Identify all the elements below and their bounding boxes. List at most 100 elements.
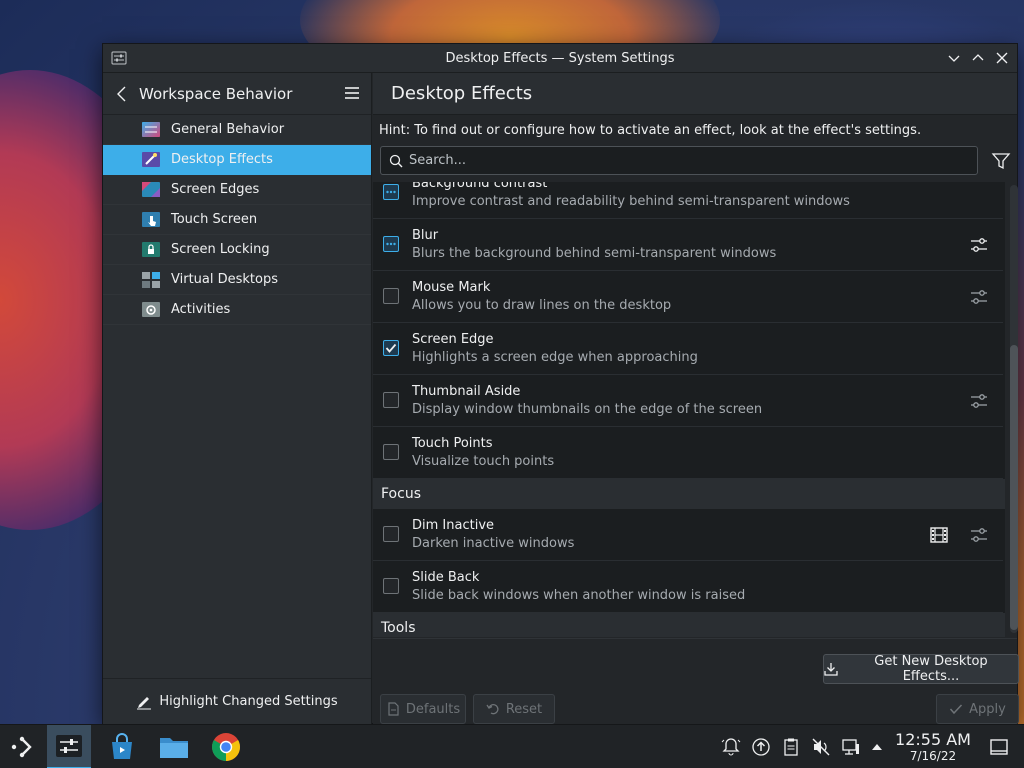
document-icon [388,702,399,716]
sidebar-item-label: General Behavior [171,122,285,137]
effect-row-screen-edge[interactable]: Screen Edge Highlights a screen edge whe… [373,323,1003,375]
lock-icon [142,241,160,257]
effect-checkbox[interactable] [383,236,399,252]
highlight-changed-settings-button[interactable]: Highlight Changed Settings [103,678,371,724]
folder-icon [160,738,188,758]
sidebar-item-screen-locking[interactable]: Screen Locking [103,235,371,265]
show-desktop-icon[interactable] [989,737,1009,757]
effect-row-dim-inactive[interactable]: Dim Inactive Darken inactive windows [373,509,1003,561]
configure-icon[interactable] [969,235,989,255]
effect-row-background-contrast[interactable]: Background contrast Improve contrast and… [373,182,1003,219]
close-icon [996,52,1008,64]
effect-checkbox[interactable] [383,578,399,594]
defaults-label: Defaults [405,701,461,717]
effect-checkbox[interactable] [383,288,399,304]
update-icon[interactable] [751,737,771,757]
taskbar-file-manager[interactable] [152,725,196,768]
apply-button[interactable]: Apply [936,694,1019,724]
effect-checkbox[interactable] [383,340,399,356]
taskbar-chrome[interactable] [204,725,248,768]
sidebar-title: Workspace Behavior [139,84,293,103]
hint-text: Hint: To find out or configure how to ac… [379,123,922,138]
sidebar-item-touch-screen[interactable]: Touch Screen [103,205,371,235]
sidebar-item-label: Desktop Effects [171,152,273,167]
notifications-icon[interactable] [721,737,741,757]
effect-row-mouse-mark[interactable]: Mouse Mark Allows you to draw lines on t… [373,271,1003,323]
effect-row-touch-points[interactable]: Touch Points Visualize touch points [373,427,1003,479]
effect-row-thumbnail-aside[interactable]: Thumbnail Aside Display window thumbnail… [373,375,1003,427]
volume-muted-icon[interactable] [811,737,831,757]
configure-icon[interactable] [969,525,989,545]
taskbar-system-settings[interactable] [47,725,91,768]
configure-icon[interactable] [969,287,989,307]
effect-description: Blurs the background behind semi-transpa… [412,246,777,261]
effect-description: Highlights a screen edge when approachin… [412,350,698,365]
network-icon[interactable] [841,737,861,757]
configure-icon[interactable] [969,391,989,411]
system-settings-icon [56,735,82,757]
sidebar-item-general-behavior[interactable]: General Behavior [103,115,371,145]
maximize-button[interactable] [969,48,987,68]
chrome-icon [212,733,240,761]
page-title: Desktop Effects [391,83,533,104]
sidebar-item-screen-edges[interactable]: Screen Edges [103,175,371,205]
sidebar-item-label: Screen Edges [171,182,260,197]
search-box[interactable] [380,146,978,175]
section-header-tools: Tools [373,613,1005,637]
chevron-down-icon [948,55,960,62]
sidebar-item-virtual-desktops[interactable]: Virtual Desktops [103,265,371,295]
close-button[interactable] [993,48,1011,68]
partial-check-icon [386,242,396,246]
system-settings-window: Desktop Effects — System Settings Worksp… [102,43,1019,724]
search-icon [389,154,403,167]
touch-screen-icon [142,211,160,227]
effect-name: Mouse Mark [412,280,491,295]
shopping-bag-icon [112,733,132,759]
app-launcher-icon [11,736,32,758]
effect-row-slide-back[interactable]: Slide Back Slide back windows when anoth… [373,561,1003,613]
sidebar-item-activities[interactable]: Activities [103,295,371,325]
virtual-desktops-icon [142,271,160,288]
clock[interactable]: 12:55 AM 7/16/22 [892,731,974,764]
clock-date: 7/16/22 [909,749,957,763]
effect-checkbox[interactable] [383,444,399,460]
clipboard-icon[interactable] [781,737,801,757]
system-settings-icon[interactable] [111,50,127,66]
effect-checkbox[interactable] [383,184,399,200]
scrollbar[interactable] [1010,185,1018,633]
minimize-button[interactable] [945,48,963,68]
app-launcher-button[interactable] [0,725,44,768]
taskbar-discover[interactable] [100,725,144,768]
get-new-label: Get New Desktop Effects... [874,654,988,684]
video-icon[interactable] [929,525,949,545]
effect-checkbox[interactable] [383,526,399,542]
effect-row-blur[interactable]: Blur Blurs the background behind semi-tr… [373,219,1003,271]
chevron-up-icon [972,54,984,61]
back-arrow-icon[interactable] [113,85,131,103]
pen-icon [137,696,152,709]
window-title: Desktop Effects — System Settings [445,50,675,66]
effect-description: Allows you to draw lines on the desktop [412,298,672,313]
reset-button[interactable]: Reset [473,694,555,724]
sidebar-item-label: Activities [171,302,231,317]
sidebar: Workspace Behavior General Behavior Desk… [103,73,372,724]
sidebar-item-desktop-effects[interactable]: Desktop Effects [103,145,371,175]
undo-icon [486,704,499,715]
scrollbar-thumb[interactable] [1010,345,1018,630]
window-titlebar[interactable]: Desktop Effects — System Settings [103,44,1017,73]
hamburger-menu-icon[interactable] [343,84,361,102]
effect-checkbox[interactable] [383,392,399,408]
tray-expand-arrow-icon[interactable] [869,739,885,755]
effect-name: Thumbnail Aside [412,384,521,399]
checkmark-icon [385,343,397,353]
defaults-button[interactable]: Defaults [380,694,466,724]
sidebar-list: General Behavior Desktop Effects Screen … [103,115,371,325]
search-input[interactable] [409,153,969,168]
taskbar: 12:55 AM 7/16/22 [0,724,1024,768]
general-behavior-icon [142,121,160,137]
button-bar: Get New Desktop Effects... Defaults Rese… [373,638,1019,724]
effects-list[interactable]: Background contrast Improve contrast and… [373,182,1005,637]
get-new-desktop-effects-button[interactable]: Get New Desktop Effects... [823,654,1019,684]
filter-icon[interactable] [991,151,1011,171]
download-icon [824,663,838,676]
